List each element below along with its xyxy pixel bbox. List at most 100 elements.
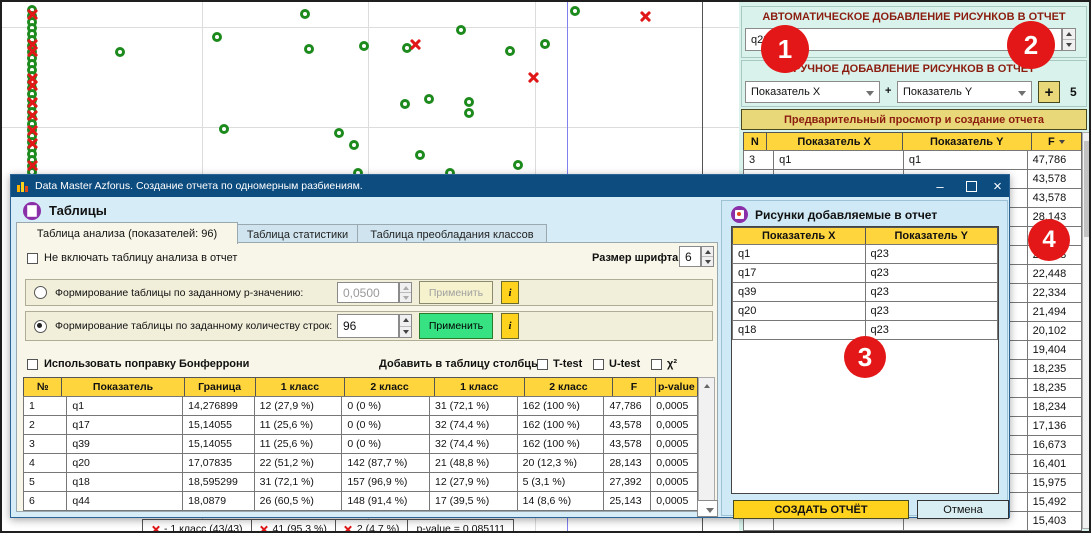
pictures-panel-title: Рисунки добавляемые в отчет: [755, 208, 937, 222]
tab-class-prevalence[interactable]: Таблица преобладания классов: [357, 224, 547, 244]
step-badge-1: 1: [761, 25, 809, 73]
scroll-up-icon[interactable]: [699, 378, 714, 393]
table-row[interactable]: 2q1715,1405511 (25,6 %)0 (0 %)32 (74,4 %…: [23, 415, 698, 435]
tab-statistics[interactable]: Таблица статистики: [237, 224, 358, 244]
column-header[interactable]: Показатель X: [766, 132, 903, 151]
step-badge-4: 4: [1028, 219, 1070, 261]
table-cell: q23: [865, 320, 999, 340]
close-button[interactable]: ×: [986, 175, 1009, 197]
pvalue-info-button[interactable]: i: [501, 281, 519, 304]
table-row[interactable]: 5q1818,59529931 (72,1 %)157 (96,9 %)12 (…: [23, 472, 698, 492]
pvalue-radio[interactable]: [34, 286, 47, 299]
stepper-up-icon[interactable]: [1063, 29, 1075, 40]
column-header[interactable]: Граница: [184, 377, 256, 397]
table-cell: 12 (27,9 %): [429, 472, 518, 492]
scatter-point-class1: [505, 46, 515, 56]
table-row[interactable]: q17q23: [732, 263, 998, 283]
class-legend-row: - 1 класс (43/43)41 (95,3 %)2 (4,7 %)p-v…: [142, 519, 514, 533]
column-header[interactable]: Показатель Y: [902, 132, 1032, 151]
scatter-point-class2: [27, 97, 38, 108]
y-indicator-select[interactable]: Показатель Y: [897, 81, 1032, 103]
column-header[interactable]: F: [612, 377, 655, 397]
chevron-down-icon: [866, 91, 874, 96]
stepper-down-icon[interactable]: [400, 327, 411, 338]
ttest-checkbox[interactable]: [537, 359, 548, 370]
exclude-table-checkbox[interactable]: [27, 253, 38, 264]
rowcount-input[interactable]: 96: [337, 314, 399, 338]
table-row[interactable]: 1q114,27689912 (27,9 %)0 (0 %)31 (72,1 %…: [23, 396, 698, 416]
table-header-row: №ПоказательГраница1 класс2 класс1 класс2…: [23, 377, 698, 397]
table-row[interactable]: 3q1q147,786: [743, 150, 1082, 170]
bonferroni-checkbox[interactable]: [27, 359, 38, 370]
column-header[interactable]: p-value: [655, 377, 698, 397]
tab-analysis[interactable]: Таблица анализа (показателей: 96): [16, 222, 238, 244]
auto-count-stepper[interactable]: [1062, 28, 1076, 51]
column-header[interactable]: F: [1031, 132, 1082, 151]
dialog-titlebar[interactable]: Data Master Azforus. Создание отчета по …: [11, 175, 1009, 197]
rowcount-stepper[interactable]: [399, 314, 412, 338]
stepper-up-icon[interactable]: [400, 315, 411, 327]
column-header[interactable]: Показатель Y: [865, 227, 999, 245]
column-header[interactable]: 1 класс: [434, 377, 525, 397]
create-report-button[interactable]: СОЗДАТЬ ОТЧЁТ: [733, 500, 909, 519]
table-cell: 21 (48,8 %): [429, 453, 518, 473]
font-size-input[interactable]: 6: [679, 246, 701, 267]
column-header[interactable]: Показатель: [61, 377, 184, 397]
hidden-combo[interactable]: [697, 500, 718, 517]
table-row[interactable]: q1q23: [732, 244, 998, 264]
x-indicator-select[interactable]: Показатель X: [745, 81, 880, 103]
column-header[interactable]: №: [23, 377, 62, 397]
legend-cell: p-value = 0,085111: [407, 519, 514, 533]
column-header[interactable]: 2 класс: [344, 377, 435, 397]
table-row[interactable]: 4q2017,0783522 (51,2 %)142 (87,7 %)21 (4…: [23, 453, 698, 473]
add-pair-button[interactable]: +: [1038, 81, 1060, 103]
column-header[interactable]: Показатель X: [732, 227, 866, 245]
pvalue-input[interactable]: 0,0500: [337, 282, 399, 303]
table-row[interactable]: 6q4418,087926 (60,5 %)148 (91,4 %)17 (39…: [23, 491, 698, 511]
column-header[interactable]: 1 класс: [255, 377, 346, 397]
table-row[interactable]: q20q23: [732, 301, 998, 321]
exclude-table-label: Не включать таблицу анализа в отчет: [44, 252, 237, 264]
table-cell: q18: [66, 472, 183, 492]
scatter-point-class1: [424, 94, 434, 104]
pvalue-stepper[interactable]: [399, 282, 412, 303]
sort-icon: [1059, 140, 1065, 144]
scatter-point-class2: [27, 125, 38, 136]
maximize-button[interactable]: [957, 175, 985, 197]
preview-report-button[interactable]: Предварительный просмотр и создание отче…: [741, 109, 1087, 130]
apply-rowcount-button[interactable]: Применить: [419, 313, 493, 339]
table-cell: 14,276899: [182, 396, 254, 416]
font-size-stepper[interactable]: [701, 246, 714, 267]
pairs-scrollbar[interactable]: [1082, 132, 1091, 529]
font-size-label: Размер шрифта:: [592, 252, 682, 264]
minimize-button[interactable]: –: [926, 175, 954, 197]
table-row[interactable]: 3q3915,1405511 (25,6 %)0 (0 %)32 (74,4 %…: [23, 434, 698, 454]
table-cell: 22,334: [1027, 283, 1082, 303]
chevron-down-icon: [706, 508, 714, 513]
apply-pvalue-button[interactable]: Применить: [419, 281, 493, 304]
scatter-point-class1: [415, 150, 425, 160]
table-cell: 17,07835: [182, 453, 254, 473]
table-cell: q23: [865, 263, 999, 283]
stepper-down-icon[interactable]: [702, 257, 713, 266]
table-row[interactable]: q39q23: [732, 282, 998, 302]
plus-separator: +: [885, 85, 891, 97]
table-cell: 0,0005: [650, 491, 698, 511]
table-cell: 5: [23, 472, 67, 492]
table-cell: 47,786: [1027, 150, 1082, 170]
column-header[interactable]: N: [743, 132, 767, 151]
analysis-scrollbar[interactable]: [698, 377, 715, 512]
column-header[interactable]: 2 класс: [524, 377, 614, 397]
cancel-button[interactable]: Отмена: [917, 500, 1009, 519]
rowcount-info-button[interactable]: i: [501, 313, 519, 339]
chi2-checkbox[interactable]: [651, 359, 662, 370]
stepper-down-icon[interactable]: [1063, 40, 1075, 50]
table-cell: 20,102: [1027, 321, 1082, 341]
rowcount-radio[interactable]: [34, 320, 47, 333]
table-row[interactable]: 7q2416,07540132 (74,4 %)157 (96,9 %)11 (…: [23, 510, 698, 512]
scrollbar-thumb[interactable]: [1084, 141, 1090, 237]
legend-cell: 41 (95,3 %): [251, 519, 336, 533]
utest-checkbox[interactable]: [593, 359, 604, 370]
stepper-up-icon[interactable]: [702, 247, 713, 257]
chevron-down-icon: [1018, 91, 1026, 96]
